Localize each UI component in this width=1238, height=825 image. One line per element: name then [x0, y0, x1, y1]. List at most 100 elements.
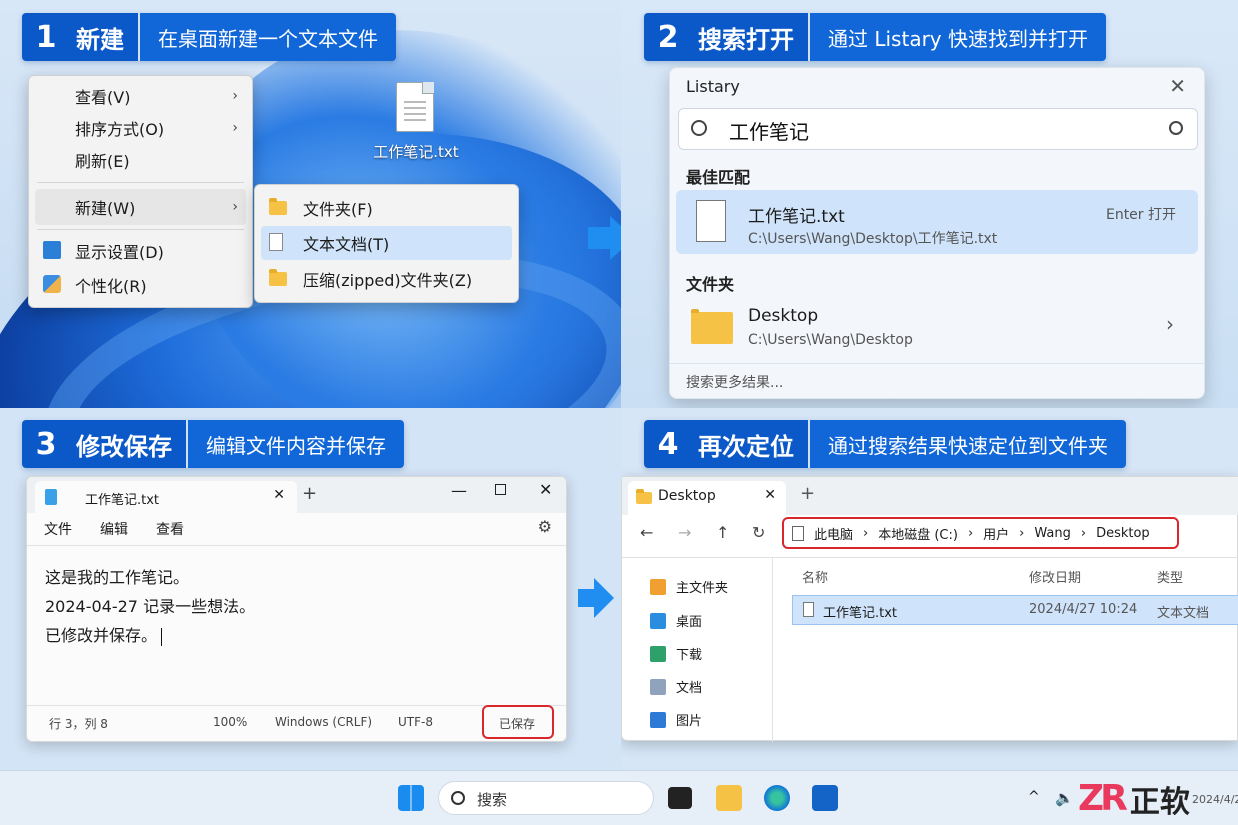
nav-desktop[interactable]: 桌面 — [650, 611, 702, 630]
chevron-right-icon: › — [1166, 312, 1174, 336]
folder-path: C:\Users\Wang\Desktop — [748, 332, 913, 348]
gear-icon[interactable]: ⚙ — [538, 517, 552, 536]
listary-title: Listary — [686, 76, 740, 96]
folder-result[interactable]: Desktop C:\Users\Wang\Desktop › — [676, 296, 1198, 358]
menu-edit[interactable]: 编辑 — [100, 519, 128, 539]
magnifier-icon[interactable] — [1169, 121, 1183, 135]
new-submenu: 文件夹(F) 文本文档(T) 压缩(zipped)文件夹(Z) — [254, 184, 519, 303]
file-explorer-icon[interactable] — [716, 785, 742, 811]
refresh-icon[interactable]: ↻ — [752, 523, 765, 542]
menu-item-sort[interactable]: 排序方式(O) › — [29, 112, 252, 144]
breadcrumb-item[interactable]: 此电脑 — [814, 524, 853, 543]
text-line: 已修改并保存。 — [45, 626, 158, 645]
submenu-text-document[interactable]: 文本文档(T) — [261, 226, 512, 260]
breadcrumb-item[interactable]: 用户 — [983, 524, 1009, 543]
result-name: 工作笔记.txt — [748, 207, 845, 227]
step-desc: 在桌面新建一个文本文件 — [140, 13, 396, 61]
step-title: 修改保存 — [70, 420, 188, 468]
text-area[interactable]: 这是我的工作笔记。 2024-04-27 记录一些想法。 已修改并保存。 — [45, 563, 255, 650]
row-name: 工作笔记.txt — [823, 606, 898, 621]
new-tab-icon[interactable]: + — [800, 483, 815, 504]
new-tab-icon[interactable]: + — [302, 483, 317, 504]
home-icon — [650, 578, 666, 595]
breadcrumb-item[interactable]: Desktop — [1096, 526, 1150, 541]
menu-item-view[interactable]: 查看(V) › — [29, 80, 252, 112]
best-match-heading: 最佳匹配 — [686, 168, 751, 187]
menu-item-refresh[interactable]: 刷新(E) — [29, 144, 252, 176]
start-icon[interactable] — [398, 785, 424, 811]
chevron-right-icon: › — [232, 199, 238, 215]
download-icon — [650, 645, 666, 662]
step-desc: 通过搜索结果快速定位到文件夹 — [810, 420, 1126, 468]
step-title: 搜索打开 — [692, 13, 810, 61]
desktop-file-label[interactable]: 工作笔记.txt — [366, 141, 466, 162]
chevron-right-icon: › — [232, 120, 238, 136]
brush-icon — [43, 275, 61, 293]
submenu-zip-folder[interactable]: 压缩(zipped)文件夹(Z) — [255, 260, 518, 298]
tab-label: 工作笔记.txt — [85, 493, 160, 508]
submenu-folder[interactable]: 文件夹(F) — [255, 190, 518, 226]
nav-documents[interactable]: 文档 — [650, 677, 702, 696]
search-input[interactable]: 工作笔记 — [678, 108, 1198, 150]
menu-item-display[interactable]: 显示设置(D) — [29, 234, 252, 268]
chevron-right-icon: › — [232, 88, 238, 104]
close-window-icon[interactable]: ✕ — [539, 480, 552, 499]
menu-item-personalize[interactable]: 个性化(R) — [29, 268, 252, 302]
nav-home[interactable]: 主文件夹 — [650, 577, 728, 596]
breadcrumb-item[interactable]: 本地磁盘 (C:) — [878, 524, 958, 543]
table-row[interactable]: 工作笔记.txt 2024/4/27 10:24 文本文档 — [792, 595, 1238, 625]
notepad-menubar: 文件 编辑 查看 — [44, 519, 184, 539]
task-view-icon[interactable] — [668, 787, 692, 809]
menu-view[interactable]: 查看 — [156, 519, 184, 539]
back-arrow-icon[interactable]: ← — [640, 523, 653, 542]
saved-highlight — [482, 705, 554, 739]
documents-icon — [650, 678, 666, 695]
chevron-up-icon[interactable]: ^ — [1028, 789, 1040, 805]
folder-heading: 文件夹 — [686, 275, 735, 294]
more-results-link[interactable]: 搜索更多结果... — [686, 372, 783, 392]
forward-arrow-icon[interactable]: → — [678, 523, 691, 542]
nav-downloads[interactable]: 下载 — [650, 644, 702, 663]
tab-desktop[interactable]: Desktop ✕ — [628, 481, 786, 515]
breadcrumb-item[interactable]: Wang — [1034, 526, 1070, 541]
maximize-icon[interactable] — [495, 484, 506, 495]
panel-search: Listary ✕ 工作笔记 最佳匹配 工作笔记.txt C:\Users\Wa… — [621, 0, 1238, 408]
best-match-result[interactable]: 工作笔记.txt C:\Users\Wang\Desktop\工作笔记.txt … — [676, 190, 1198, 254]
text-cursor — [161, 627, 163, 646]
menu-file[interactable]: 文件 — [44, 519, 72, 539]
minimize-icon[interactable]: — — [451, 481, 467, 500]
step-4-header: 4 再次定位 通过搜索结果快速定位到文件夹 — [644, 420, 1126, 468]
close-tab-icon[interactable]: ✕ — [273, 487, 285, 503]
address-bar[interactable]: 此电脑 › 本地磁盘 (C:) › 用户 › Wang › Desktop — [782, 517, 1179, 549]
step-3-header: 3 修改保存 编辑文件内容并保存 — [22, 420, 404, 468]
column-type[interactable]: 类型 — [1157, 567, 1183, 586]
status-eol: Windows (CRLF) — [275, 715, 373, 729]
row-date: 2024/4/27 10:24 — [1029, 602, 1138, 617]
status-encoding: UTF-8 — [398, 715, 433, 729]
taskbar-search[interactable]: 搜索 — [438, 781, 654, 815]
txt-file-icon — [803, 602, 814, 617]
close-tab-icon[interactable]: ✕ — [764, 487, 776, 503]
edge-icon[interactable] — [764, 785, 790, 811]
status-zoom: 100% — [213, 715, 248, 729]
step-title: 再次定位 — [692, 420, 810, 468]
menu-item-new[interactable]: 新建(W) › — [35, 189, 246, 225]
store-icon[interactable] — [812, 785, 838, 811]
speaker-icon[interactable]: 🔈 — [1055, 789, 1074, 807]
column-name[interactable]: 名称 — [802, 567, 828, 586]
step-2-header: 2 搜索打开 通过 Listary 快速找到并打开 — [644, 13, 1106, 61]
column-date[interactable]: 修改日期 — [1029, 567, 1081, 586]
step-title: 新建 — [70, 13, 140, 61]
zr-logo: ZR — [1078, 778, 1128, 819]
nav-pictures[interactable]: 图片 — [650, 710, 702, 729]
tab-notepad-file[interactable]: 工作笔记.txt ✕ — [35, 481, 297, 513]
zip-folder-icon — [269, 269, 287, 286]
up-arrow-icon[interactable]: ↑ — [716, 523, 729, 542]
txt-file-icon[interactable] — [396, 82, 434, 132]
result-action: Enter 打开 — [1105, 207, 1176, 223]
text-line: 2024-04-27 记录一些想法。 — [45, 597, 256, 616]
close-icon[interactable]: ✕ — [1169, 74, 1186, 98]
txt-file-icon — [696, 200, 726, 242]
step-number: 4 — [644, 420, 692, 468]
pictures-icon — [650, 711, 666, 728]
